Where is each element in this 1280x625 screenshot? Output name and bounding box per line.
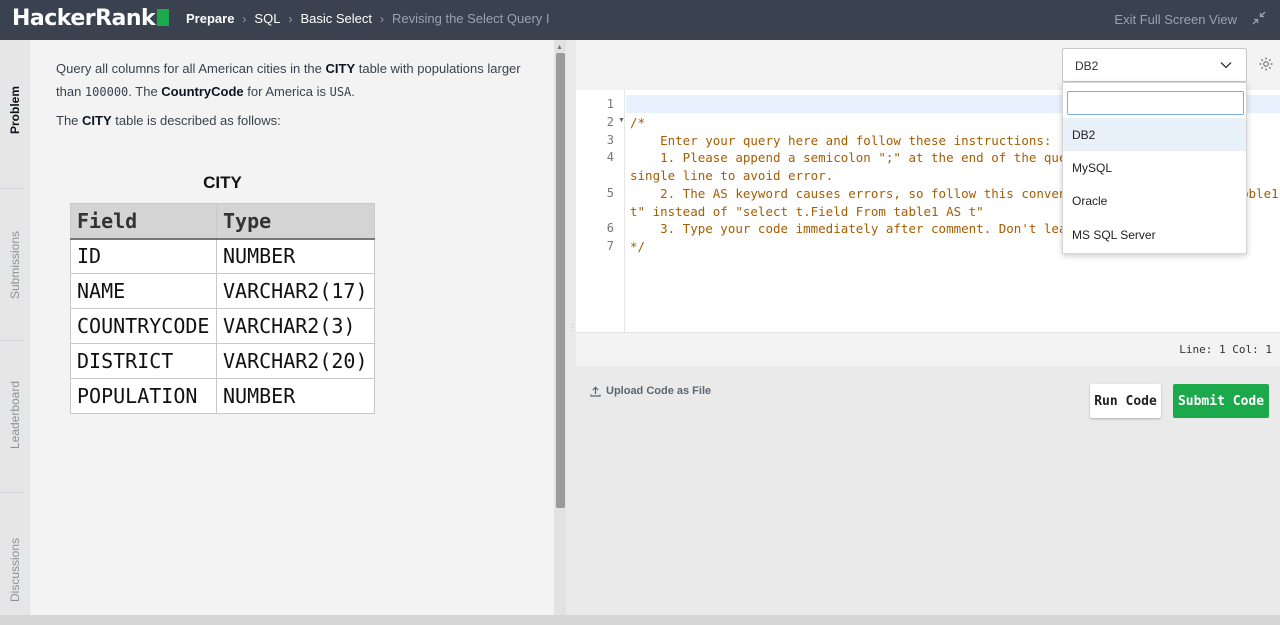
gear-icon[interactable]	[1258, 56, 1274, 72]
language-option-oracle[interactable]: Oracle	[1063, 184, 1246, 217]
tab-leaderboard[interactable]: Leaderboard	[0, 370, 30, 460]
chevron-right-icon: ›	[288, 11, 293, 26]
line-number: 7	[606, 239, 614, 253]
population-value: 100000	[84, 85, 129, 99]
upload-label: Upload Code as File	[606, 385, 712, 397]
table-row: NAME VARCHAR2(17)	[70, 273, 375, 309]
text: for America is	[243, 84, 330, 99]
breadcrumb-current: Revising the Select Query I	[391, 11, 550, 26]
upload-icon	[590, 385, 601, 397]
divider	[0, 188, 24, 189]
table-row: ID NUMBER	[70, 238, 375, 274]
language-option-mssql[interactable]: MS SQL Server	[1063, 218, 1246, 251]
breadcrumb: Prepare › SQL › Basic Select › Revising …	[186, 11, 550, 26]
code-line: /*	[630, 115, 646, 130]
city-keyword: CITY	[82, 113, 112, 128]
language-search-input[interactable]	[1068, 92, 1243, 114]
chevron-down-icon	[1220, 62, 1232, 69]
exit-fullscreen-link[interactable]: Exit Full Screen View	[1114, 12, 1237, 27]
divider	[0, 340, 24, 341]
line-number: 1	[606, 97, 614, 111]
line-number: 4	[606, 150, 614, 164]
cell-field: DISTRICT	[70, 343, 217, 379]
table-row: DISTRICT VARCHAR2(20)	[70, 343, 375, 379]
line-number: 6	[606, 221, 614, 235]
cell-type: NUMBER	[216, 238, 375, 274]
breadcrumb-sql[interactable]: SQL	[254, 11, 280, 26]
cell-field: COUNTRYCODE	[70, 308, 217, 344]
problem-panel: Query all columns for all American citie…	[30, 40, 554, 615]
logo-block-icon	[157, 9, 170, 26]
table-row: COUNTRYCODE VARCHAR2(3)	[70, 308, 375, 344]
code-line: Enter your query here and follow these i…	[630, 133, 1052, 148]
city-keyword: CITY	[325, 61, 356, 76]
compress-icon[interactable]	[1252, 11, 1266, 25]
cell-field: NAME	[70, 273, 217, 309]
chevron-right-icon: ›	[379, 11, 384, 26]
cell-type: VARCHAR2(17)	[216, 273, 375, 309]
header-field: Field	[70, 203, 217, 240]
scrollbar-thumb[interactable]	[556, 53, 565, 508]
cell-field: POPULATION	[70, 378, 217, 414]
language-option-db2[interactable]: DB2	[1063, 118, 1246, 151]
tab-problem[interactable]: Problem	[0, 70, 30, 150]
bottom-strip	[0, 615, 1280, 625]
table-intro: The CITY table is described as follows:	[56, 109, 281, 132]
vertical-tab-rail: Problem Submissions Leaderboard Discussi…	[0, 40, 30, 625]
tab-leaderboard-label: Leaderboard	[8, 380, 22, 450]
header-type: Type	[216, 203, 375, 240]
editor-status-bar	[576, 332, 1280, 366]
tab-discussions[interactable]: Discussions	[0, 525, 30, 615]
breadcrumb-prepare[interactable]: Prepare	[186, 11, 234, 26]
tab-discussions-label: Discussions	[8, 537, 22, 603]
cell-field: ID	[70, 238, 217, 274]
text: table is described as follows:	[111, 113, 281, 128]
tab-submissions-label: Submissions	[8, 230, 22, 300]
text: . The	[128, 84, 162, 99]
table-row: POPULATION NUMBER	[70, 378, 375, 414]
logo-text: HackerRank	[12, 6, 156, 31]
upload-code-button[interactable]: Upload Code as File	[590, 385, 711, 397]
cell-type: NUMBER	[216, 378, 375, 414]
line-number: 5	[606, 186, 614, 200]
code-line: 3. Type your code immediately after comm…	[630, 221, 1082, 236]
countrycode-keyword: CountryCode	[161, 84, 244, 99]
cursor-position: Line: 1 Col: 1	[1179, 343, 1272, 356]
divider	[0, 492, 24, 493]
language-dropdown: DB2 MySQL Oracle MS SQL Server	[1062, 82, 1247, 254]
breadcrumb-basic-select[interactable]: Basic Select	[300, 11, 372, 26]
hackerrank-logo[interactable]: HackerRank	[12, 6, 170, 31]
usa-value: USA	[329, 85, 352, 99]
text: .	[351, 84, 355, 99]
line-number: 2	[606, 115, 614, 129]
submit-code-button[interactable]: Submit Code	[1173, 384, 1269, 418]
problem-statement: Query all columns for all American citie…	[56, 57, 526, 104]
selected-language: DB2	[1075, 59, 1099, 73]
language-option-mysql[interactable]: MySQL	[1063, 151, 1246, 184]
top-bar: HackerRank Prepare › SQL › Basic Select …	[0, 0, 1280, 40]
fold-arrow-icon[interactable]: ▼	[618, 117, 625, 124]
cell-type: VARCHAR2(3)	[216, 308, 375, 344]
city-schema-table: Field Type ID NUMBER NAME VARCHAR2(17) COU…	[70, 203, 375, 414]
run-code-button[interactable]: Run Code	[1090, 384, 1161, 418]
cell-type: VARCHAR2(20)	[216, 343, 375, 379]
code-line: single line to avoid error.	[630, 168, 834, 183]
tab-submissions[interactable]: Submissions	[0, 220, 30, 310]
tab-problem-label: Problem	[8, 85, 23, 135]
code-line: */	[630, 239, 646, 254]
text: The	[56, 113, 83, 128]
text: Query all columns for all American citie…	[56, 61, 326, 76]
chevron-right-icon: ›	[242, 11, 247, 26]
line-number: 3	[606, 133, 614, 147]
code-line: t" instead of "select t.Field From table…	[630, 204, 984, 219]
scroll-up-arrow-icon[interactable]: ▲	[556, 44, 563, 51]
code-line: 1. Please append a semicolon ";" at the …	[630, 150, 1082, 165]
table-header-row: Field Type	[70, 203, 375, 240]
table-title: CITY	[203, 173, 242, 192]
language-search-field[interactable]	[1067, 91, 1244, 115]
language-select[interactable]: DB2	[1062, 48, 1247, 82]
code-line: 2. The AS keyword causes errors, so foll…	[630, 186, 1090, 201]
